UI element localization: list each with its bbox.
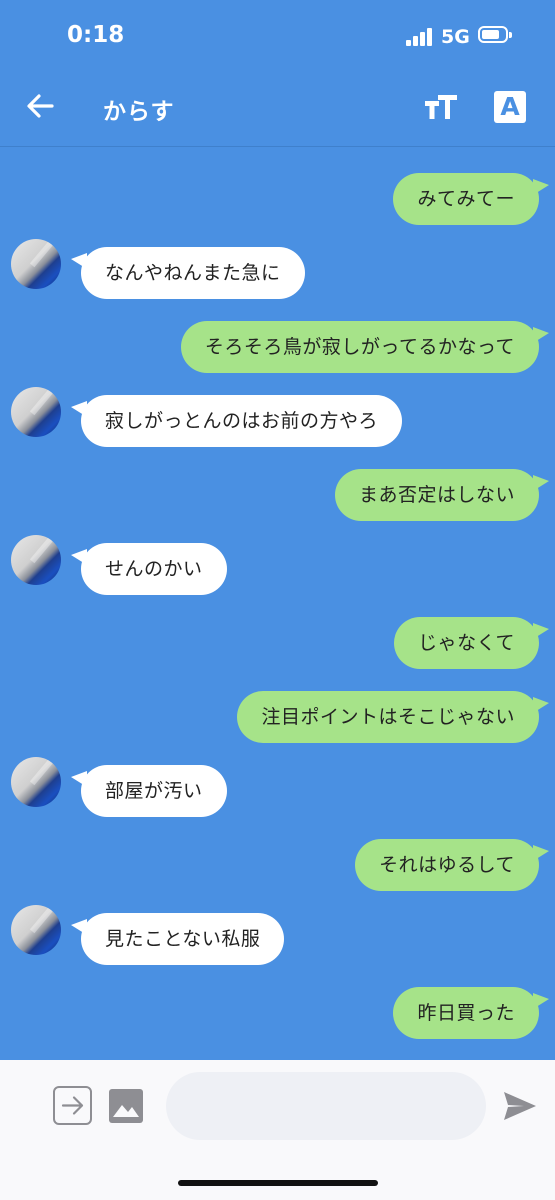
message-bubble[interactable]: じゃなくて [394,617,549,669]
signal-icon [406,28,434,46]
chat-title: からす [103,99,175,125]
home-indicator [178,1180,378,1186]
message-bubble[interactable]: それはゆるして [355,839,549,891]
font-size-icon [425,95,457,119]
message-bubble[interactable]: まあ否定はしない [334,469,550,521]
message-bubble[interactable]: なんやねんまた急に [71,247,305,299]
network-label: 5G [441,26,470,48]
outgoing-message: まあ否定はしない [0,469,555,521]
image-button[interactable] [108,1088,144,1124]
message-bubble[interactable]: 寂しがっとんのはお前の方やろ [70,395,403,447]
message-list: みてみてーなんやねんまた急にそろそろ鳥が寂しがってるかなって寂しがっとんのはお前… [0,147,555,1060]
outgoing-message: それはゆるして [0,839,555,891]
message-bubble[interactable]: 見たことない私服 [70,913,285,965]
incoming-message: 寂しがっとんのはお前の方やろ [0,387,555,447]
incoming-message: 見たことない私服 [0,905,555,965]
outgoing-message: 昨日買った [0,987,555,1039]
outgoing-message: そろそろ鳥が寂しがってるかなって [0,321,555,373]
input-bar [0,1060,555,1200]
message-bubble[interactable]: せんのかい [71,543,227,595]
send-button[interactable] [502,1090,538,1122]
avatar[interactable] [11,757,61,807]
outgoing-message: じゃなくて [0,617,555,669]
avatar[interactable] [11,535,61,585]
avatar[interactable] [11,239,61,289]
message-bubble[interactable]: そろそろ鳥が寂しがってるかなって [180,321,550,373]
message-bubble[interactable]: 部屋が汚い [71,765,227,817]
send-icon [504,1092,536,1120]
incoming-message: 部屋が汚い [0,757,555,817]
message-bubble[interactable]: 注目ポイントはそこじゃない [237,691,549,743]
chat-header: からす A [0,70,555,147]
message-input[interactable] [166,1072,486,1140]
image-icon [109,1089,143,1123]
battery-icon [478,26,512,43]
status-bar: 0:18 5G [0,0,555,70]
translate-button[interactable]: A [494,91,526,123]
avatar[interactable] [11,905,61,955]
back-button[interactable] [24,90,56,122]
avatar[interactable] [11,387,61,437]
message-bubble[interactable]: 昨日買った [393,987,549,1039]
incoming-message: せんのかい [0,535,555,595]
arrow-right-box-icon [61,1096,84,1115]
attach-button[interactable] [53,1086,92,1125]
outgoing-message: 注目ポイントはそこじゃない [0,691,555,743]
incoming-message: なんやねんまた急に [0,239,555,299]
outgoing-message: みてみてー [0,173,555,225]
message-bubble[interactable]: みてみてー [393,173,549,225]
status-time: 0:18 [67,22,125,48]
font-size-button[interactable] [424,94,458,120]
arrow-left-icon [27,94,54,118]
